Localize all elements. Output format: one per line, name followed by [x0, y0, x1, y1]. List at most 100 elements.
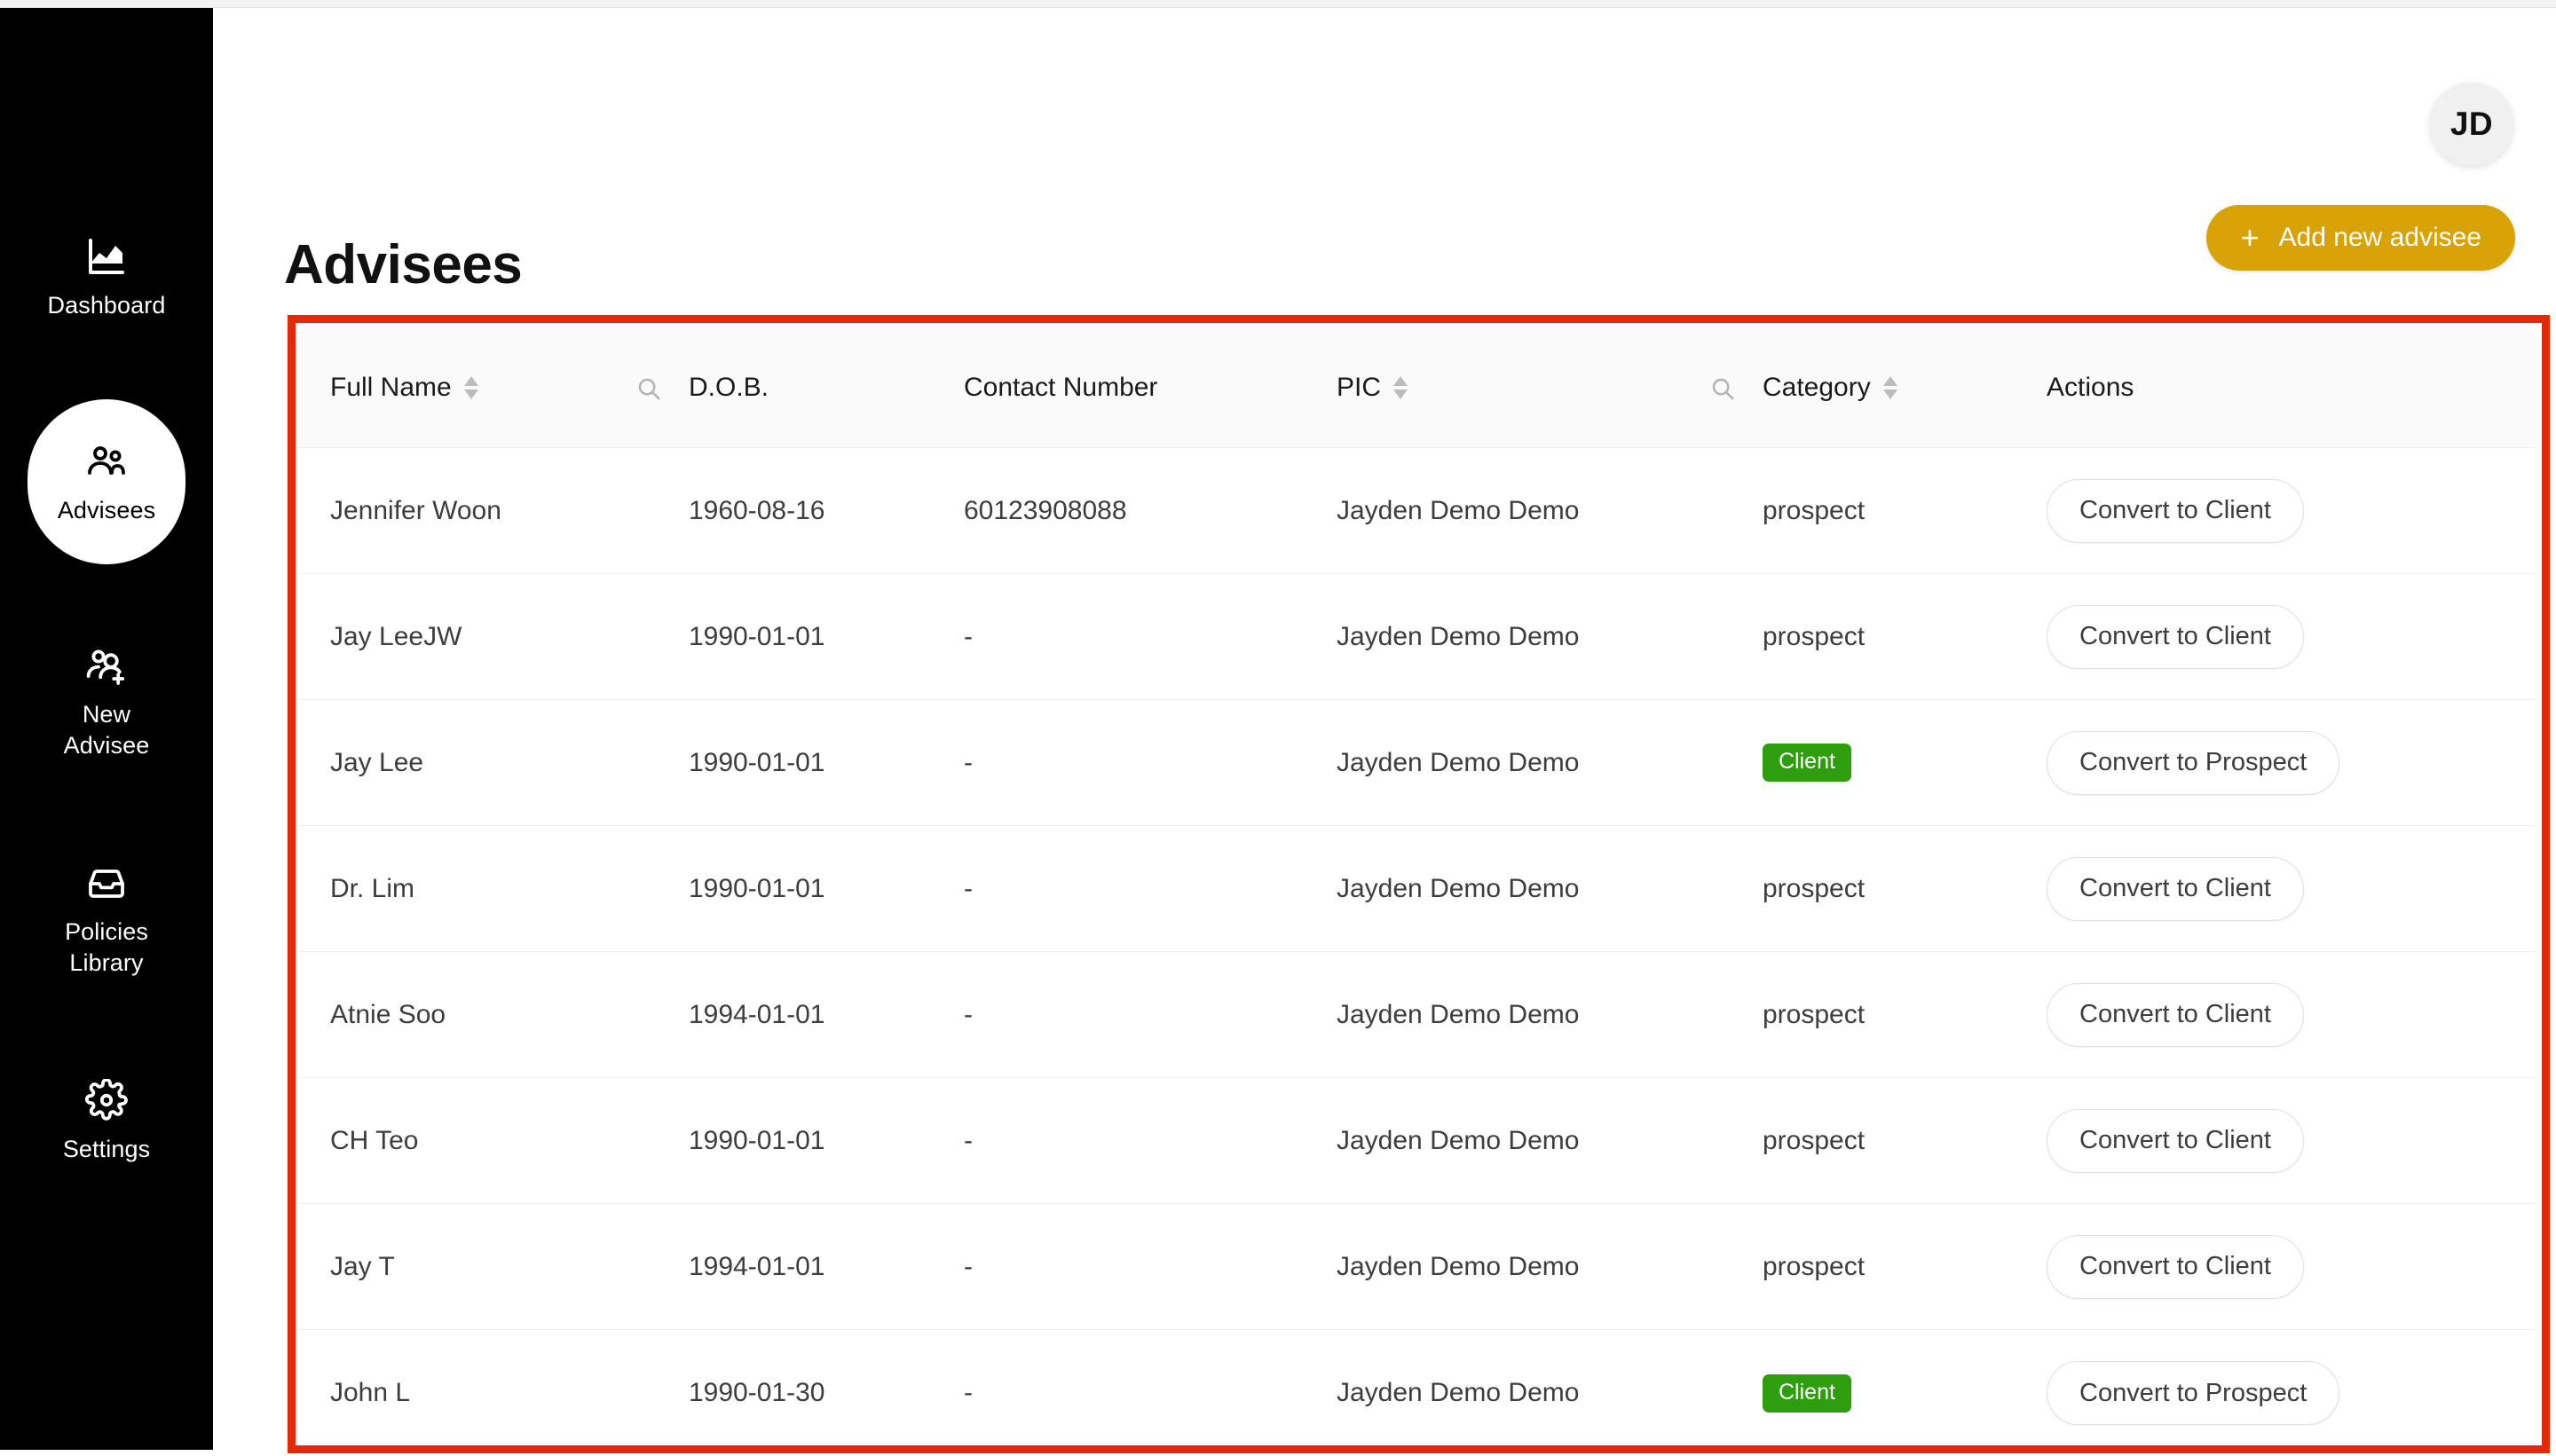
cell-category: Client	[1763, 1373, 2047, 1413]
sidebar-item-label-new-advisee: New Advisee	[63, 701, 150, 759]
cell-contact-number: -	[964, 999, 973, 1029]
cell-full-name: Atnie Soo	[330, 999, 446, 1029]
cell-pic: Jayden Demo Demo	[1337, 1378, 1580, 1407]
sidebar-item-label-dashboard: Dashboard	[47, 292, 166, 319]
cell-contact-number: 60123908088	[964, 495, 1127, 525]
table-row[interactable]: Jay LeeJW 1990-01-01 - Jayden Demo Demo …	[298, 574, 2535, 700]
cell-contact-number: -	[964, 1378, 973, 1407]
cell-contact-number: -	[964, 1125, 973, 1155]
table-row[interactable]: Jay T 1994-01-01 - Jayden Demo Demo pros…	[298, 1204, 2535, 1330]
cell-pic: Jayden Demo Demo	[1337, 1125, 1580, 1155]
cell-dob: 1990-01-01	[689, 747, 825, 777]
cell-dob: 1960-08-16	[689, 495, 825, 525]
column-header-category[interactable]: Category	[1763, 373, 2047, 403]
cell-pic: Jayden Demo Demo	[1337, 621, 1580, 651]
plus-icon: +	[2240, 219, 2260, 256]
cell-dob: 1990-01-30	[689, 1378, 825, 1407]
cell-actions: Convert to Client	[2047, 1108, 2535, 1173]
category-value: prospect	[1763, 495, 1866, 525]
convert-button[interactable]: Convert to Client	[2047, 1108, 2304, 1173]
table-row[interactable]: CH Teo 1990-01-01 - Jayden Demo Demo pro…	[298, 1078, 2535, 1204]
sidebar-item-advisees[interactable]: Advisees	[28, 398, 185, 565]
cell-dob: 1990-01-01	[689, 1125, 825, 1155]
cell-category: prospect	[1763, 1126, 2047, 1156]
table-row[interactable]: Jay Lee 1990-01-01 - Jayden Demo Demo Cl…	[298, 700, 2535, 826]
search-icon-dob[interactable]	[635, 375, 662, 402]
status-badge: Client	[1763, 744, 1851, 782]
cell-actions: Convert to Prospect	[2047, 1361, 2535, 1425]
cell-category: prospect	[1763, 496, 2047, 526]
column-header-label-full-name: Full Name	[330, 372, 452, 402]
convert-button[interactable]: Convert to Prospect	[2047, 730, 2340, 795]
category-value: prospect	[1763, 873, 1866, 903]
column-header-dob[interactable]: D.O.B.	[689, 373, 964, 403]
sort-icon-pic[interactable]	[1393, 375, 1408, 399]
column-header-label-pic: PIC	[1337, 372, 1382, 402]
avatar[interactable]: JD	[2430, 83, 2513, 166]
sort-icon-full-name[interactable]	[463, 375, 478, 399]
cell-contact-number: -	[964, 621, 973, 651]
gear-icon	[85, 1079, 128, 1122]
cell-full-name: Jennifer Woon	[330, 495, 501, 525]
category-value: prospect	[1763, 1251, 1866, 1281]
table-row[interactable]: John L 1990-01-30 - Jayden Demo Demo Cli…	[298, 1330, 2535, 1456]
table-header-row: Full Name D.O.B. Contact Number PIC Cate…	[298, 327, 2535, 448]
main-content: JD Advisees + Add new advisee Full Name …	[213, 8, 2556, 1456]
cell-contact-number: -	[964, 873, 973, 903]
cell-pic: Jayden Demo Demo	[1337, 747, 1580, 777]
cell-full-name: CH Teo	[330, 1125, 419, 1155]
cell-actions: Convert to Client	[2047, 604, 2535, 669]
inbox-icon	[85, 862, 128, 904]
page-title: Advisees	[284, 233, 523, 295]
cell-contact-number: -	[964, 747, 973, 777]
table-row[interactable]: Dr. Lim 1990-01-01 - Jayden Demo Demo pr…	[298, 826, 2535, 952]
cell-category: prospect	[1763, 1000, 2047, 1030]
category-value: prospect	[1763, 621, 1866, 651]
sidebar: Dashboard Advisees New Advisee Policies …	[0, 8, 213, 1450]
table-row[interactable]: Atnie Soo 1994-01-01 - Jayden Demo Demo …	[298, 952, 2535, 1078]
sidebar-item-settings[interactable]: Settings	[28, 1056, 185, 1186]
convert-button[interactable]: Convert to Client	[2047, 604, 2304, 669]
sidebar-item-policies-library[interactable]: Policies Library	[28, 838, 185, 999]
user-plus-icon	[85, 644, 128, 687]
column-header-contact-number[interactable]: Contact Number	[964, 373, 1337, 403]
sidebar-item-label-settings: Settings	[62, 1136, 151, 1163]
convert-button[interactable]: Convert to Client	[2047, 1234, 2304, 1299]
cell-dob: 1990-01-01	[689, 621, 825, 651]
sort-icon-category[interactable]	[1882, 375, 1897, 399]
cell-dob: 1994-01-01	[689, 1251, 825, 1281]
convert-button[interactable]: Convert to Prospect	[2047, 1361, 2340, 1425]
cell-full-name: Dr. Lim	[330, 873, 415, 903]
cell-full-name: Jay Lee	[330, 747, 424, 777]
column-header-pic[interactable]: PIC	[1337, 373, 1763, 403]
cell-full-name: Jay T	[330, 1251, 395, 1281]
column-header-full-name[interactable]: Full Name	[298, 373, 689, 403]
cell-category: prospect	[1763, 622, 2047, 652]
cell-dob: 1994-01-01	[689, 999, 825, 1029]
cell-category: prospect	[1763, 1252, 2047, 1282]
column-header-label-category: Category	[1763, 372, 1871, 402]
column-header-label-contact-number: Contact Number	[964, 372, 1158, 402]
cell-full-name: John L	[330, 1378, 411, 1407]
status-badge: Client	[1763, 1373, 1851, 1413]
cell-pic: Jayden Demo Demo	[1337, 1251, 1580, 1281]
add-new-advisee-button[interactable]: + Add new advisee	[2206, 205, 2515, 271]
advisees-table: Full Name D.O.B. Contact Number PIC Cate…	[298, 327, 2535, 1456]
column-header-label-dob: D.O.B.	[689, 372, 769, 402]
sidebar-item-label-advisees: Advisees	[57, 496, 156, 523]
sidebar-item-new-advisee[interactable]: New Advisee	[28, 621, 185, 782]
cell-category: prospect	[1763, 874, 2047, 904]
add-new-advisee-label: Add new advisee	[2278, 223, 2482, 252]
convert-button[interactable]: Convert to Client	[2047, 982, 2304, 1047]
cell-actions: Convert to Prospect	[2047, 730, 2535, 795]
category-value: prospect	[1763, 999, 1866, 1029]
cell-actions: Convert to Client	[2047, 856, 2535, 921]
convert-button[interactable]: Convert to Client	[2047, 478, 2304, 543]
sidebar-item-dashboard[interactable]: Dashboard	[28, 212, 185, 342]
convert-button[interactable]: Convert to Client	[2047, 856, 2304, 921]
cell-pic: Jayden Demo Demo	[1337, 873, 1580, 903]
table-row[interactable]: Jennifer Woon 1960-08-16 60123908088 Jay…	[298, 448, 2535, 574]
column-header-actions: Actions	[2047, 373, 2535, 403]
column-header-label-actions: Actions	[2047, 372, 2134, 402]
search-icon-category[interactable]	[1709, 375, 1736, 402]
